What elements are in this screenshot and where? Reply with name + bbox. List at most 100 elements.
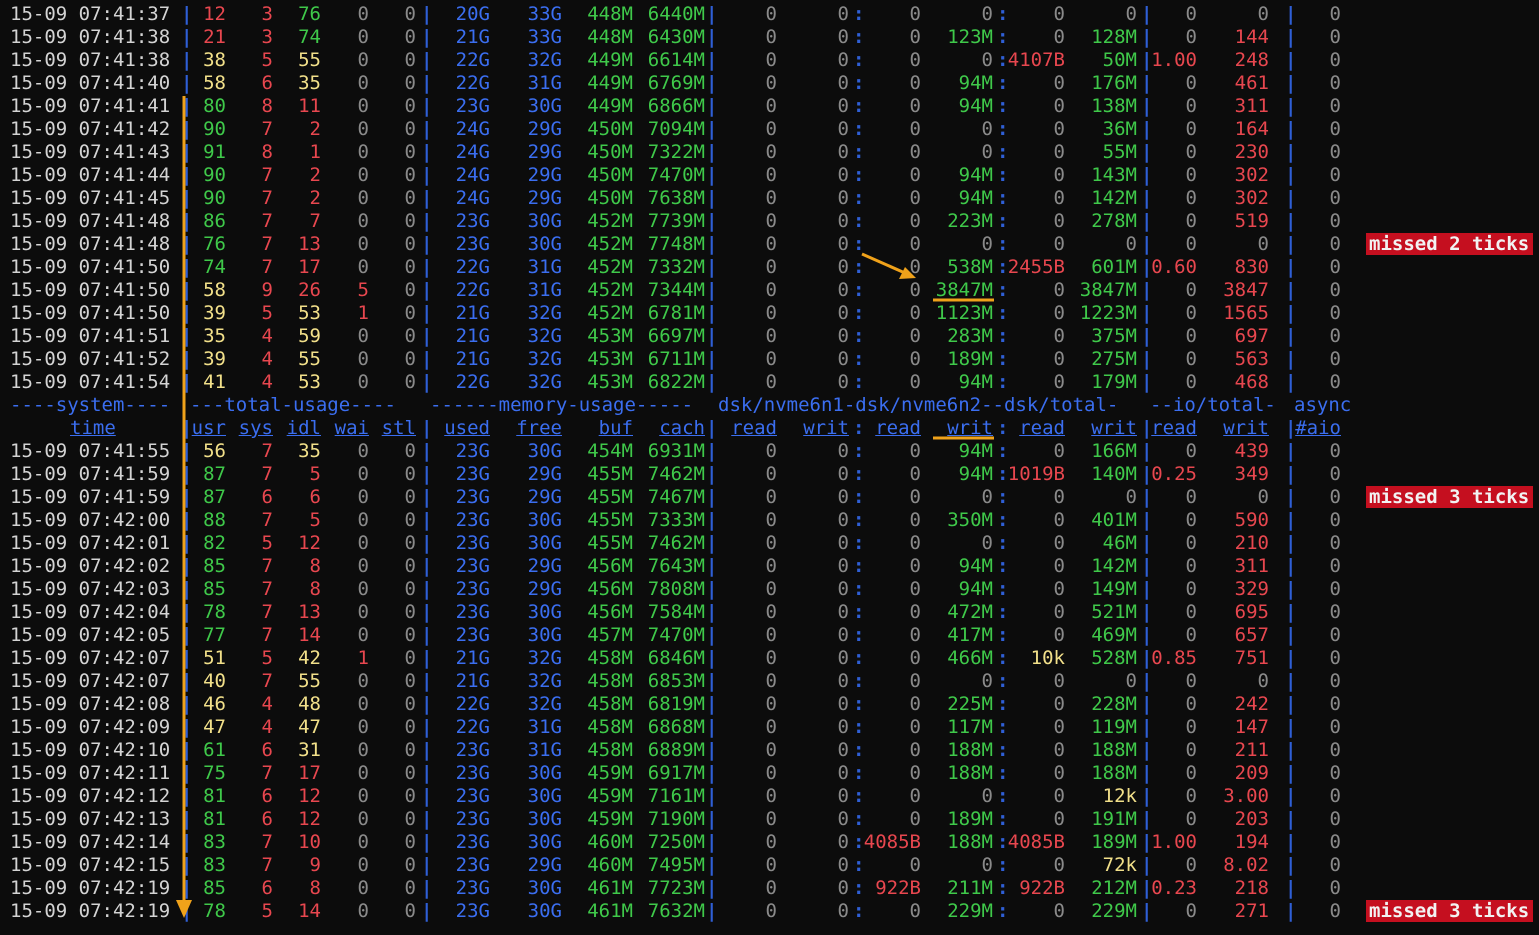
column-separator: |: [1141, 256, 1153, 278]
column-separator: |: [706, 831, 718, 853]
cell-writ-17: 519: [1234, 210, 1269, 232]
cell-stl-5: 0: [404, 624, 416, 646]
cell-writ-11: 0: [837, 3, 849, 25]
column-separator: |: [1141, 509, 1153, 531]
column-separator: |: [1141, 348, 1153, 370]
cell-aio-18: 0: [1329, 49, 1341, 71]
cell-cach-9: 7344M: [647, 279, 705, 301]
cell-stl-5: 0: [404, 670, 416, 692]
column-separator: :: [997, 279, 1009, 301]
row-time: 15-09 07:42:13: [10, 808, 171, 830]
column-separator: :: [997, 371, 1009, 393]
header-group-label: ---total-usage----: [190, 394, 396, 416]
row-time: 15-09 07:41:51: [10, 325, 171, 347]
column-separator: |: [421, 647, 433, 669]
column-separator: |: [706, 164, 718, 186]
cell-cach-9: 6866M: [647, 95, 705, 117]
column-separator: :: [853, 325, 865, 347]
cell-buf-8: 457M: [587, 624, 633, 646]
cell-writ-11: 0: [837, 578, 849, 600]
cell-writ-11: 0: [837, 233, 849, 255]
column-separator: |: [181, 187, 193, 209]
column-separator: :: [853, 670, 865, 692]
cell-free-7: 31G: [527, 72, 562, 94]
cell-writ-13: 94M: [958, 72, 993, 94]
cell-stl-5: 0: [404, 256, 416, 278]
column-separator: :: [853, 785, 865, 807]
row-time: 15-09 07:42:08: [10, 693, 171, 715]
cell-free-7: 32G: [527, 302, 562, 324]
column-separator: :: [997, 118, 1009, 140]
cell-cach-9: 7638M: [647, 187, 705, 209]
cell-cach-9: 6853M: [647, 670, 705, 692]
cell-free-7: 30G: [527, 808, 562, 830]
column-separator: |: [1285, 49, 1297, 71]
cell-stl-5: 0: [404, 785, 416, 807]
cell-aio-18: 0: [1329, 762, 1341, 784]
column-separator: |: [1141, 210, 1153, 232]
cell-read-16: 0: [1185, 164, 1197, 186]
cell-stl-5: 0: [404, 486, 416, 508]
row-time: 15-09 07:41:59: [10, 486, 171, 508]
cell-cach-9: 7250M: [647, 831, 705, 853]
column-separator: |: [706, 302, 718, 324]
cell-writ-13: 188M: [947, 762, 993, 784]
cell-stl-5: 0: [404, 877, 416, 899]
cell-cach-9: 6819M: [647, 693, 705, 715]
cell-buf-8: 455M: [587, 486, 633, 508]
cell-aio-18: 0: [1329, 3, 1341, 25]
cell-writ-17: 242: [1234, 693, 1269, 715]
column-separator: |: [1141, 302, 1153, 324]
column-separator: :: [853, 279, 865, 301]
cell-writ-17: 164: [1234, 118, 1269, 140]
cell-read-16: 0: [1185, 716, 1197, 738]
column-separator: :: [997, 210, 1009, 232]
column-separator: |: [706, 256, 718, 278]
cell-buf-8: 452M: [587, 233, 633, 255]
column-separator: |: [181, 762, 193, 784]
cell-writ-17: 211: [1234, 739, 1269, 761]
table-row: 15-09 07:42:02 85 7 8 0 0 23G 29G 456M 7643M 0 0 0 94…: [0, 555, 1539, 578]
cell-writ-11: 0: [837, 670, 849, 692]
column-separator: :: [997, 624, 1009, 646]
cell-writ-13: 94M: [958, 187, 993, 209]
column-separator: |: [1285, 256, 1297, 278]
header-group-label: async: [1294, 394, 1352, 416]
cell-aio-18: 0: [1329, 72, 1341, 94]
cell-read-16: 0: [1185, 348, 1197, 370]
column-separator: |: [421, 785, 433, 807]
column-separator: :: [853, 532, 865, 554]
cell-cach-9: 6697M: [647, 325, 705, 347]
cell-cach-9: 6781M: [647, 302, 705, 324]
cell-aio-18: 0: [1329, 233, 1341, 255]
column-separator: |: [706, 72, 718, 94]
column-separator: :: [853, 555, 865, 577]
cell-writ-11: 0: [837, 716, 849, 738]
cell-writ-17: 0: [1257, 233, 1269, 255]
row-time: 15-09 07:42:05: [10, 624, 171, 646]
cell-stl-5: 0: [404, 532, 416, 554]
column-separator: |: [1285, 555, 1297, 577]
cell-writ-13: 538M: [947, 256, 993, 278]
cell-aio-18: 0: [1329, 371, 1341, 393]
cell-cach-9: 7808M: [647, 578, 705, 600]
column-separator: |: [1141, 26, 1153, 48]
table-row: 15-09 07:42:15 83 7 9 0 0 23G 29G 460M 7495M 0 0 0 0 0…: [0, 854, 1539, 877]
column-separator: |: [421, 95, 433, 117]
cell-writ-17: 695: [1234, 601, 1269, 623]
column-separator: |: [421, 348, 433, 370]
row-time: 15-09 07:42:19: [10, 900, 171, 922]
cell-writ-13: 94M: [958, 95, 993, 117]
cell-aio-18: 0: [1329, 348, 1341, 370]
column-separator: |: [421, 440, 433, 462]
column-header-writ: writ: [947, 417, 993, 439]
column-separator: :: [997, 739, 1009, 761]
cell-free-7: 31G: [527, 256, 562, 278]
column-separator: |: [1285, 463, 1297, 485]
row-time: 15-09 07:42:01: [10, 532, 171, 554]
cell-aio-18: 0: [1329, 670, 1341, 692]
cell-read-16: 0: [1185, 762, 1197, 784]
column-separator: |: [181, 3, 193, 25]
column-separator: |: [1141, 831, 1153, 853]
table-row: 15-09 07:42:11 75 7 17 0 0 23G 30G 459M 6917M 0 0 0 1…: [0, 762, 1539, 785]
